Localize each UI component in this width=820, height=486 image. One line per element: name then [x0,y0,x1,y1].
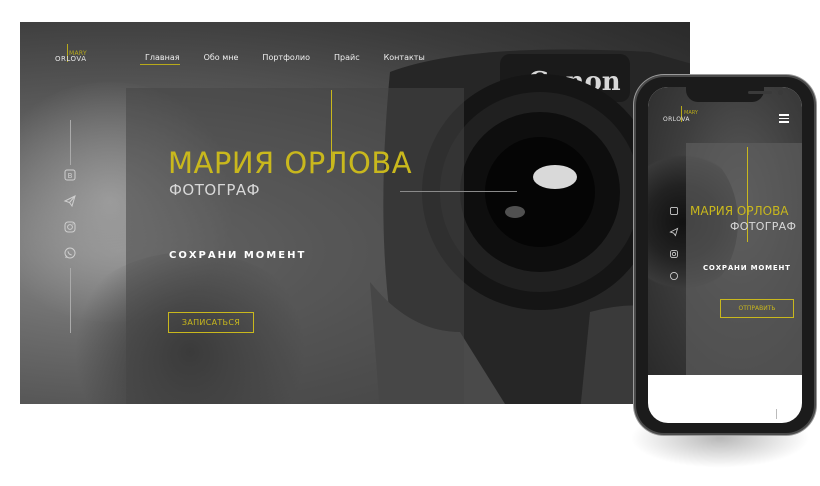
mobile-hero-tagline: СОХРАНИ МОМЕНТ [703,264,791,272]
whatsapp-icon[interactable] [63,246,77,260]
nav-active-underline [140,64,180,65]
social-divider-top [70,120,71,165]
mobile-instagram-icon[interactable] [669,249,679,259]
hero-subtitle: ФОТОГРАФ [169,181,261,199]
social-divider-bottom [70,268,71,333]
nav-item-about[interactable]: Обо мне [204,53,239,62]
hero-title: МАРИЯ ОРЛОВА [168,146,413,180]
nav-item-contacts[interactable]: Контакты [384,53,425,62]
mobile-scroll-indicator[interactable] [776,409,777,419]
svg-text:B: B [68,172,73,180]
mobile-hero-subtitle: ФОТОГРАФ [730,220,797,233]
nav-item-home[interactable]: Главная [145,53,180,62]
phone-speaker [748,91,772,94]
mobile-vk-icon[interactable] [669,206,679,216]
mobile-hero-panel [686,143,802,375]
hero-tagline: СОХРАНИ МОМЕНТ [169,250,307,261]
mobile-logo-bottom[interactable]: ORLOVA [663,116,690,123]
nav-item-portfolio[interactable]: Портфолио [262,53,310,62]
hamburger-menu-icon[interactable] [779,114,789,123]
send-button[interactable]: ОТПРАВИТЬ [720,299,794,318]
subtitle-divider [400,191,517,192]
mobile-telegram-icon[interactable] [669,227,679,237]
instagram-icon[interactable] [63,220,77,234]
logo-bottom[interactable]: ORLOVA [55,55,87,63]
mobile-whatsapp-icon[interactable] [669,271,679,281]
phone-notch [686,87,783,102]
front-camera [778,90,783,95]
nav-item-price[interactable]: Прайс [334,53,360,62]
book-button[interactable]: ЗАПИСАТЬСЯ [168,312,254,333]
phone-screen: MARY ORLOVA МАРИЯ ОРЛОВА ФОТОГРАФ СОХРАН… [648,87,802,423]
vk-icon[interactable]: B [63,168,77,182]
phone-mockup: MARY ORLOVA МАРИЯ ОРЛОВА ФОТОГРАФ СОХРАН… [636,77,814,433]
telegram-icon[interactable] [63,194,77,208]
mobile-hero-title: МАРИЯ ОРЛОВА [690,204,789,218]
hero-panel [126,88,464,404]
desktop-mockup: Canon MARY ORLOVA Главная Обо мне Портфо… [20,22,690,404]
main-nav: Главная Обо мне Портфолио Прайс Контакты [145,53,425,62]
